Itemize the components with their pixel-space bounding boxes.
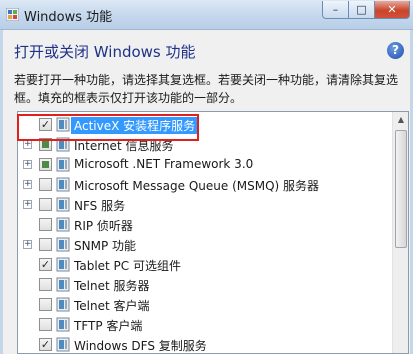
feature-label: Microsoft .NET Framework 3.0 <box>74 157 254 171</box>
feature-package-icon <box>56 297 70 312</box>
feature-label: Telnet 客户端 <box>74 299 150 313</box>
feature-package-icon <box>56 317 70 332</box>
feature-label: NFS 服务 <box>74 199 126 213</box>
feature-package-icon <box>56 237 70 252</box>
feature-checkbox[interactable] <box>39 158 52 171</box>
window-title: Windows 功能 <box>24 10 113 25</box>
feature-package-icon <box>56 337 70 352</box>
feature-row[interactable]: + SNMP 功能 <box>18 235 393 254</box>
feature-row[interactable]: TFTP 客户端 <box>18 315 393 334</box>
feature-package-icon <box>56 257 70 272</box>
close-button[interactable]: ✕ <box>374 1 410 19</box>
scrollbar-thumb[interactable] <box>395 130 407 248</box>
feature-package-icon <box>56 217 70 232</box>
feature-row[interactable]: Telnet 服务器 <box>18 275 393 294</box>
expand-icon[interactable]: + <box>23 160 32 169</box>
feature-package-icon <box>56 177 70 192</box>
feature-package-icon <box>56 197 70 212</box>
minimize-button[interactable]: – <box>322 1 349 19</box>
description-text: 若要打开一种功能，请选择其复选框。若要关闭一种功能，请清除其复选框。填充的框表示… <box>14 73 399 105</box>
feature-package-icon <box>56 157 70 172</box>
feature-checkbox[interactable] <box>39 298 52 311</box>
feature-checkbox[interactable] <box>39 318 52 331</box>
feature-checkbox[interactable]: ✓ <box>39 338 52 351</box>
feature-row[interactable]: ✓ Tablet PC 可选组件 <box>18 255 393 274</box>
feature-package-icon <box>56 277 70 292</box>
expand-icon[interactable]: + <box>23 180 32 189</box>
title-bar: Windows 功能 – □ ✕ <box>0 0 413 30</box>
feature-checkbox[interactable] <box>39 278 52 291</box>
help-icon[interactable]: ? <box>387 42 404 59</box>
feature-checkbox[interactable] <box>39 218 52 231</box>
feature-row[interactable]: + NFS 服务 <box>18 195 393 214</box>
maximize-button[interactable]: □ <box>348 1 375 19</box>
feature-label: Telnet 服务器 <box>74 279 150 293</box>
features-tree[interactable]: ✓ ActiveX 安装程序服务 + Internet 信息服务 + Microsoft … <box>17 111 409 354</box>
feature-checkbox[interactable] <box>39 198 52 211</box>
expand-icon[interactable]: + <box>23 200 32 209</box>
feature-label: Tablet PC 可选组件 <box>74 259 181 273</box>
feature-checkbox[interactable]: ✓ <box>39 258 52 271</box>
feature-label: Microsoft Message Queue (MSMQ) 服务器 <box>74 179 320 193</box>
windows-features-icon <box>6 8 19 21</box>
feature-label: Windows DFS 复制服务 <box>74 339 207 353</box>
feature-row[interactable]: ✓ Windows DFS 复制服务 <box>18 335 393 353</box>
feature-checkbox[interactable] <box>39 238 52 251</box>
feature-row[interactable]: + Microsoft .NET Framework 3.0 <box>18 155 393 174</box>
scroll-up-icon[interactable]: ▲ <box>393 112 408 128</box>
feature-row[interactable]: Telnet 客户端 <box>18 295 393 314</box>
feature-label: RIP 侦听器 <box>74 219 133 233</box>
vertical-scrollbar[interactable]: ▲ <box>392 112 408 353</box>
expand-icon[interactable]: + <box>23 140 32 149</box>
feature-label: TFTP 客户端 <box>74 319 143 333</box>
page-title: 打开或关闭 Windows 功能 <box>14 43 196 61</box>
feature-row[interactable]: RIP 侦听器 <box>18 215 393 234</box>
feature-row[interactable]: + Microsoft Message Queue (MSMQ) 服务器 <box>18 175 393 194</box>
dialog-content: 打开或关闭 Windows 功能 ? 若要打开一种功能，请选择其复选框。若要关闭… <box>3 30 410 354</box>
expand-icon[interactable]: + <box>23 240 32 249</box>
feature-label: SNMP 功能 <box>74 239 136 253</box>
annotation-highlight-box <box>17 114 199 141</box>
feature-checkbox[interactable] <box>39 178 52 191</box>
